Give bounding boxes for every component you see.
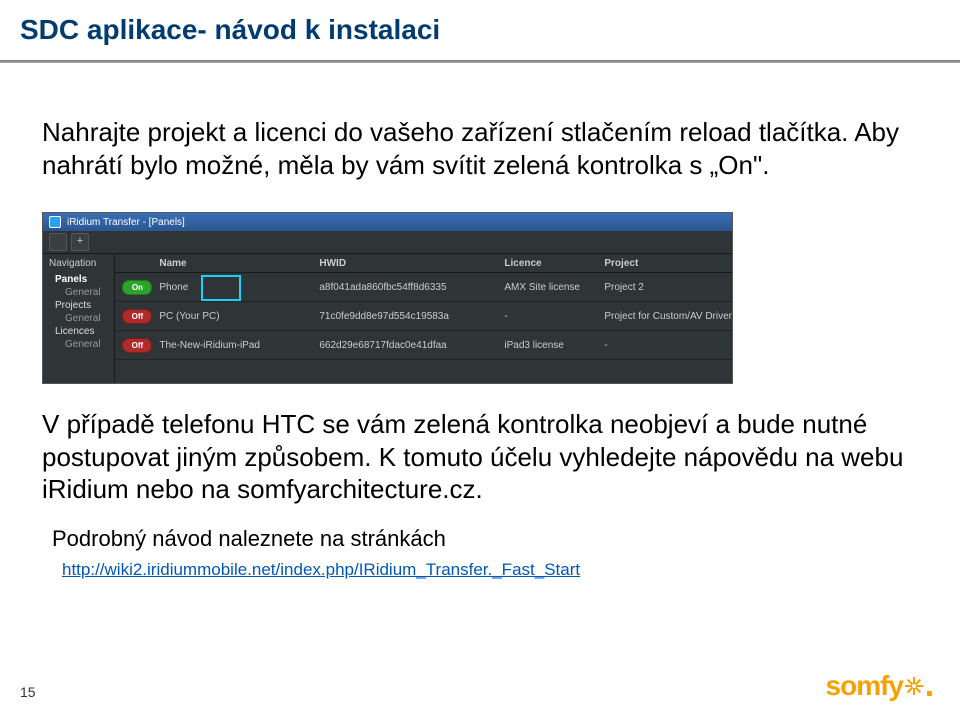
cell-name: Phone — [159, 282, 319, 293]
page-title: SDC aplikace- návod k instalaci — [20, 14, 440, 46]
status-pill[interactable]: Off — [122, 309, 152, 324]
nav-title: Navigation — [49, 258, 108, 269]
col-hwid: HWID — [319, 258, 504, 269]
divider — [0, 60, 960, 63]
content-table: Name HWID Licence Project On Phonea8f041a… — [115, 254, 732, 382]
table-row[interactable]: On Phonea8f041ada860fbc54ff8d6335AMX Site… — [115, 273, 732, 302]
help-link[interactable]: http://wiki2.iridiummobile.net/index.php… — [62, 560, 580, 580]
cell-project: Project for Custom/AV Driver — [604, 311, 732, 322]
cell-licence: AMX Site license — [504, 282, 604, 293]
paragraph-3: Podrobný návod naleznete na stránkách — [52, 526, 446, 552]
page-number: 15 — [20, 684, 36, 700]
app-body: Navigation Panels General Projects Gener… — [43, 254, 732, 382]
col-name: Name — [159, 258, 319, 269]
col-project: Project — [604, 258, 732, 269]
toolbar-icon-add[interactable] — [71, 233, 89, 251]
cell-hwid: a8f041ada860fbc54ff8d6335 — [319, 282, 504, 293]
logo-dot — [927, 691, 932, 696]
nav-general-1[interactable]: General — [49, 286, 108, 299]
table-row[interactable]: Off The-New-iRidium-iPad662d29e68717fdac0… — [115, 331, 732, 360]
nav-panel: Navigation Panels General Projects Gener… — [43, 254, 115, 382]
status-pill[interactable]: Off — [122, 338, 152, 353]
slide: SDC aplikace- návod k instalaci Nahrajte… — [0, 0, 960, 716]
window-titlebar: iRidium Transfer - [Panels] — [43, 213, 732, 231]
cell-hwid: 71c0fe9dd8e97d554c19583a — [319, 311, 504, 322]
nav-general-2[interactable]: General — [49, 312, 108, 325]
cell-name: PC (Your PC) — [159, 311, 319, 322]
cell-name: The-New-iRidium-iPad — [159, 340, 319, 351]
iridium-transfer-screenshot: iRidium Transfer - [Panels] Navigation P… — [42, 212, 733, 384]
toolbar — [43, 231, 732, 254]
app-icon — [49, 216, 61, 228]
somfy-logo: somfy — [826, 670, 932, 702]
cell-hwid: 662d29e68717fdac0e41dfaa — [319, 340, 504, 351]
paragraph-2: V případě telefonu HTC se vám zelená kon… — [42, 408, 910, 506]
nav-projects[interactable]: Projects — [49, 299, 108, 312]
nav-general-3[interactable]: General — [49, 338, 108, 351]
cell-project: Project 2 — [604, 282, 732, 293]
nav-panels[interactable]: Panels — [49, 273, 108, 286]
table-row[interactable]: Off PC (Your PC)71c0fe9dd8e97d554c19583a-… — [115, 302, 732, 331]
nav-licences[interactable]: Licences — [49, 325, 108, 338]
paragraph-1: Nahrajte projekt a licenci do vašeho zař… — [42, 116, 910, 181]
toolbar-icon-panel[interactable] — [49, 233, 67, 251]
cell-licence: iPad3 license — [504, 340, 604, 351]
logo-text: somfy — [826, 670, 903, 702]
sun-icon — [905, 677, 923, 695]
window-title: iRidium Transfer - [Panels] — [67, 217, 185, 228]
col-licence: Licence — [504, 258, 604, 269]
cell-licence: - — [504, 311, 604, 322]
table-header: Name HWID Licence Project — [115, 254, 732, 273]
status-pill[interactable]: On — [122, 280, 152, 295]
cell-project: - — [604, 340, 732, 351]
